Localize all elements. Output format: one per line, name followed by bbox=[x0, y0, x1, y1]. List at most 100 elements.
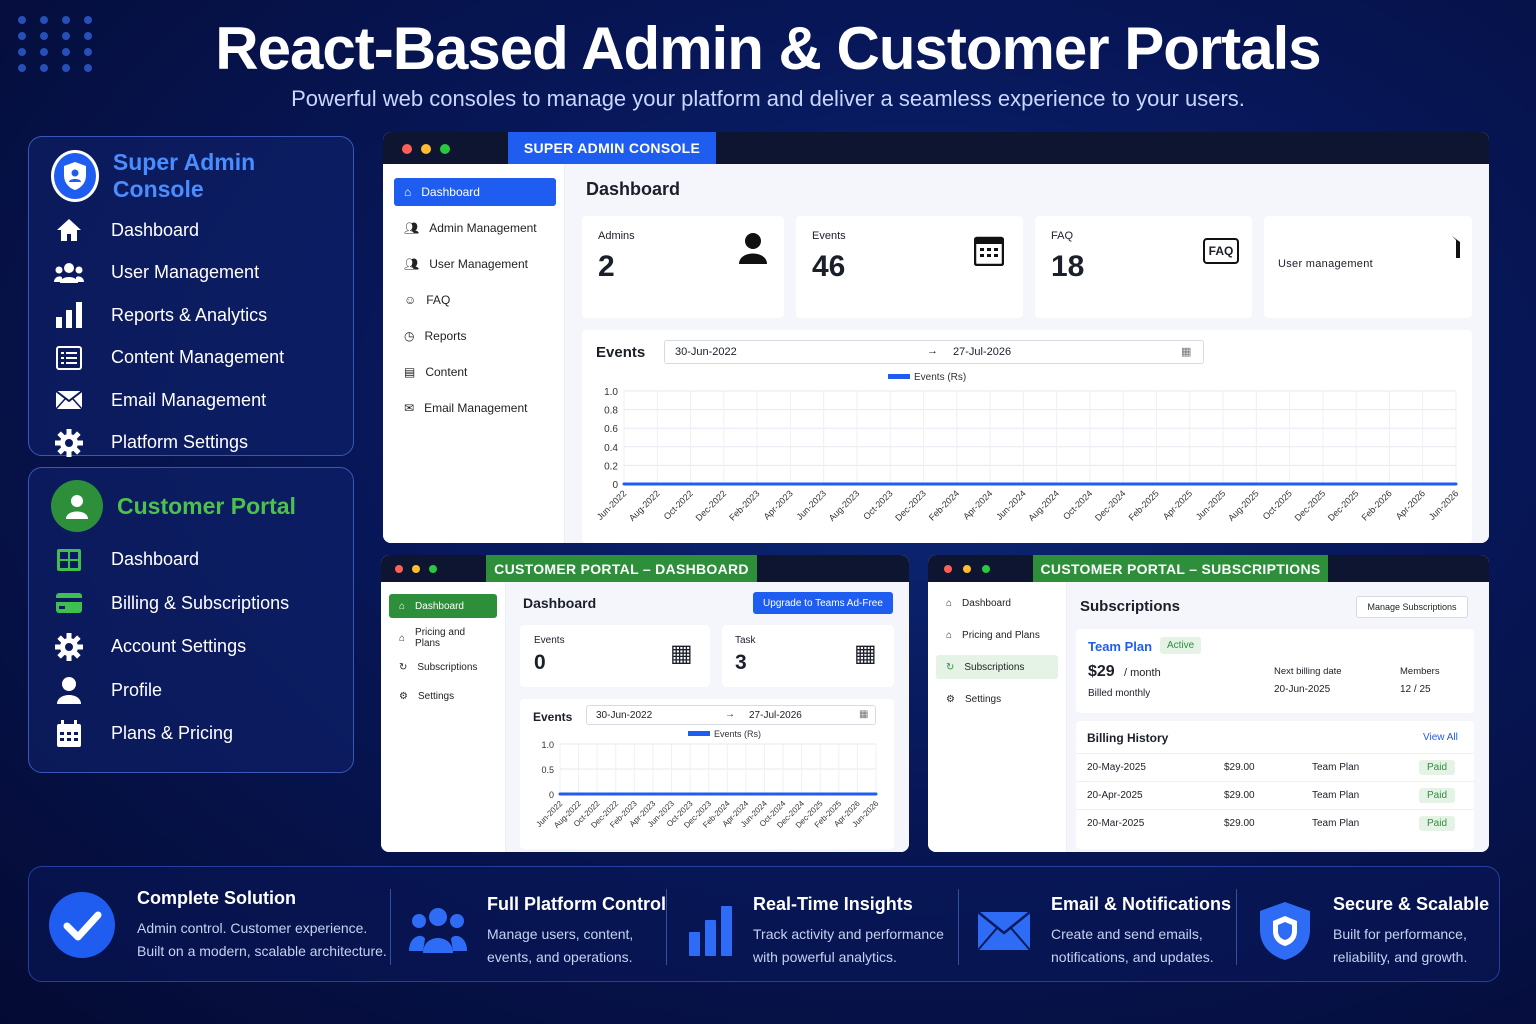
close-dot[interactable] bbox=[944, 565, 952, 573]
sidebar-item-content[interactable]: ▤ Content bbox=[394, 358, 556, 386]
customer-feature-plans: Plans & Pricing bbox=[51, 712, 331, 756]
table-row[interactable]: 20-Mar-2025 $29.00 Team Plan Paid bbox=[1076, 809, 1474, 837]
sidebar-item-pricing[interactable]: ⌂ Pricing and Plans bbox=[389, 626, 497, 650]
stat-label: Events bbox=[534, 635, 565, 646]
feature-title: Full Platform Control bbox=[487, 894, 666, 915]
sidebar-item-settings[interactable]: ⚙ Settings bbox=[936, 687, 1058, 711]
feature-title: Complete Solution bbox=[137, 888, 296, 909]
customer-feature-label: Dashboard bbox=[111, 549, 200, 570]
x-tick-label: Oct-2025 bbox=[1261, 488, 1294, 521]
history-amount: $29.00 bbox=[1224, 762, 1255, 773]
window-tab[interactable]: CUSTOMER PORTAL – SUBSCRIPTIONS bbox=[1033, 555, 1328, 582]
stat-card-user-management[interactable]: User management bbox=[1264, 216, 1472, 318]
page-title: Dashboard bbox=[523, 595, 597, 611]
feature-platform-control: Full Platform Control Manage users, cont… bbox=[409, 873, 666, 989]
sidebar-item-reports[interactable]: ◷ Reports bbox=[394, 322, 556, 350]
stat-card-task[interactable]: Task 3 ▦ bbox=[722, 625, 894, 687]
date-to[interactable]: 27-Jul-2026 bbox=[953, 346, 1011, 358]
x-tick-label: Oct-2024 bbox=[1061, 488, 1094, 521]
date-range-picker[interactable]: 30-Jun-2022 → 27-Jul-2026 ▦ bbox=[586, 705, 876, 725]
close-dot[interactable] bbox=[395, 565, 403, 573]
window-tab[interactable]: CUSTOMER PORTAL – DASHBOARD bbox=[486, 555, 757, 582]
sidebar-item-dashboard[interactable]: ⌂ Dashboard bbox=[936, 591, 1058, 615]
gear-icon: ⚙ bbox=[399, 690, 408, 702]
date-range-picker[interactable]: 30-Jun-2022 → 27-Jul-2026 ▦ bbox=[664, 340, 1204, 364]
customer-feature-dashboard: Dashboard bbox=[51, 538, 331, 582]
home-icon bbox=[51, 218, 87, 242]
calendar-icon[interactable]: ▦ bbox=[859, 709, 868, 720]
sidebar-item-subscriptions[interactable]: ↻ Subscriptions bbox=[936, 655, 1058, 679]
feature-desc-line: Manage users, content, bbox=[487, 926, 634, 943]
stat-card-admins[interactable]: Admins 2 bbox=[582, 216, 784, 318]
stat-card-events[interactable]: Events 46 bbox=[796, 216, 1023, 318]
admin-feature-label: Reports & Analytics bbox=[111, 304, 268, 325]
events-chart-card: Events 30-Jun-2022 → 27-Jul-2026 ▦ Event… bbox=[520, 699, 894, 849]
x-tick-label: Dec-2025 bbox=[1293, 488, 1328, 523]
sidebar-item-dashboard[interactable]: ⌂ Dashboard bbox=[389, 594, 497, 618]
table-row[interactable]: 20-May-2025 $29.00 Team Plan Paid bbox=[1076, 753, 1474, 781]
divider bbox=[390, 889, 391, 965]
sidebar-item-faq[interactable]: ☺ FAQ bbox=[394, 286, 556, 314]
y-tick-label: 1.0 bbox=[541, 740, 554, 750]
customer-feature-label: Billing & Subscriptions bbox=[111, 592, 290, 613]
sidebar-item-admin-management[interactable]: 👥︎ Admin Management bbox=[394, 214, 556, 242]
calendar-icon[interactable]: ▦ bbox=[1181, 345, 1191, 358]
users-icon bbox=[51, 262, 87, 284]
feature-bar: Complete Solution Admin control. Custome… bbox=[28, 866, 1500, 982]
upgrade-button[interactable]: Upgrade to Teams Ad-Free bbox=[753, 592, 893, 614]
page-title: Subscriptions bbox=[1080, 598, 1181, 615]
date-to[interactable]: 27-Jul-2026 bbox=[749, 710, 802, 721]
history-amount: $29.00 bbox=[1224, 790, 1255, 801]
x-tick-label: Feb-2026 bbox=[1360, 488, 1394, 522]
table-row[interactable]: 20-Apr-2025 $29.00 Team Plan Paid bbox=[1076, 781, 1474, 809]
customer-panel-title: Customer Portal bbox=[117, 492, 296, 519]
calendar-icon bbox=[974, 236, 1004, 266]
sidebar-item-label: User Management bbox=[429, 257, 528, 271]
admin-feature-users: User Management bbox=[51, 252, 331, 295]
customer-feature-label: Account Settings bbox=[111, 636, 247, 657]
sidebar-item-user-management[interactable]: 👥︎ User Management bbox=[394, 250, 556, 278]
sidebar-item-dashboard[interactable]: ⌂ Dashboard bbox=[394, 178, 556, 206]
minimize-dot[interactable] bbox=[421, 144, 431, 154]
plan-card: Team Plan Active $29 / month Billed mont… bbox=[1076, 629, 1474, 713]
manage-subscriptions-button[interactable]: Manage Subscriptions bbox=[1356, 596, 1468, 618]
minimize-dot[interactable] bbox=[412, 565, 420, 573]
refresh-icon: ↻ bbox=[399, 661, 408, 673]
home-icon: ⌂ bbox=[399, 632, 406, 644]
events-line-chart: Events (Rs)1.00.80.60.40.20Jun-2022Aug-2… bbox=[595, 372, 1461, 523]
x-tick-label: Aug-2025 bbox=[1226, 488, 1261, 523]
user-icon bbox=[51, 676, 87, 705]
shield-user-icon bbox=[51, 150, 99, 202]
sidebar-item-settings[interactable]: ⚙ Settings bbox=[389, 684, 497, 708]
window-titlebar: SUPER ADMIN CONSOLE bbox=[383, 132, 1489, 164]
date-from[interactable]: 30-Jun-2022 bbox=[675, 346, 737, 358]
close-dot[interactable] bbox=[402, 144, 412, 154]
customer-feature-label: Profile bbox=[111, 679, 163, 700]
customer-sidebar: ⌂ Dashboard ⌂ Pricing and Plans ↻ Subscript… bbox=[928, 582, 1067, 852]
list-icon bbox=[51, 345, 87, 370]
minimize-dot[interactable] bbox=[963, 565, 971, 573]
window-titlebar: CUSTOMER PORTAL – SUBSCRIPTIONS bbox=[928, 555, 1489, 582]
legend-label: Events (Rs) bbox=[714, 729, 761, 739]
sidebar-item-subscriptions[interactable]: ↻ Subscriptions bbox=[389, 655, 497, 679]
hero-title: React-Based Admin & Customer Portals bbox=[215, 15, 1321, 82]
window-tab[interactable]: SUPER ADMIN CONSOLE bbox=[508, 132, 716, 164]
price-period: / month bbox=[1124, 667, 1161, 679]
list-icon: ▤ bbox=[404, 365, 416, 379]
maximize-dot[interactable] bbox=[982, 565, 990, 573]
sidebar-item-email[interactable]: ✉ Email Management bbox=[394, 394, 556, 422]
billing-cycle: Billed monthly bbox=[1088, 688, 1151, 699]
page-title: Dashboard bbox=[586, 179, 681, 199]
feature-email-notifications: Email & Notifications Create and send em… bbox=[977, 873, 1231, 989]
home-icon: ⌂ bbox=[399, 600, 406, 612]
stat-value: 18 bbox=[1051, 250, 1085, 283]
date-from[interactable]: 30-Jun-2022 bbox=[596, 710, 652, 721]
view-all-link[interactable]: View All bbox=[1423, 732, 1458, 743]
admin-feature-label: Content Management bbox=[111, 347, 285, 368]
stat-card-events[interactable]: Events 0 ▦ bbox=[520, 625, 710, 687]
sidebar-item-pricing[interactable]: ⌂ Pricing and Plans bbox=[936, 623, 1058, 647]
customer-feature-billing: Billing & Subscriptions bbox=[51, 582, 331, 626]
stat-card-faq[interactable]: FAQ 18 FAQ bbox=[1035, 216, 1252, 318]
maximize-dot[interactable] bbox=[440, 144, 450, 154]
maximize-dot[interactable] bbox=[429, 565, 437, 573]
